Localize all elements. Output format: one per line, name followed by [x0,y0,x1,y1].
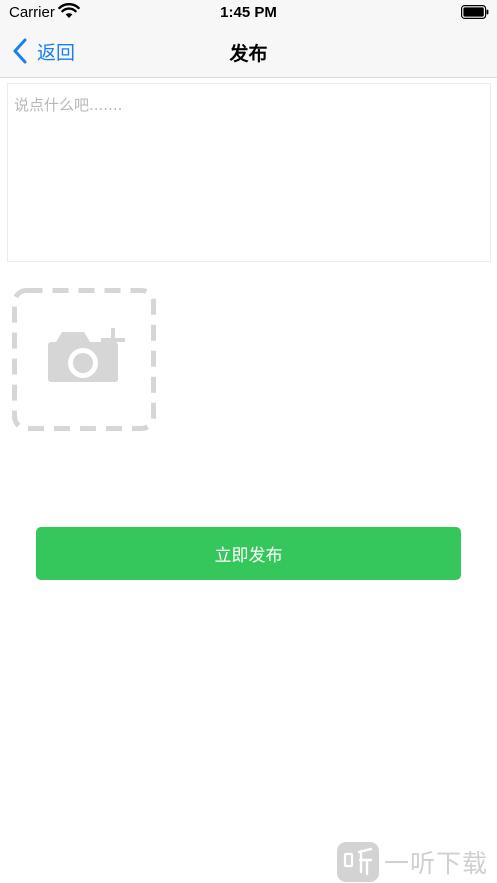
page-title: 发布 [229,43,268,65]
battery-icon [461,5,489,19]
camera-plus-icon [12,288,156,431]
add-photo-button[interactable] [12,288,156,431]
status-bar: Carrier 1:45 PM [0,0,497,26]
watermark-text: 一听下载 [384,849,489,878]
status-time: 1:45 PM [220,4,277,21]
publish-button[interactable]: 立即发布 [36,527,461,580]
navigation-bar: 返回 发布 [0,26,497,78]
watermark: 一听下载 [337,840,497,883]
post-content-input[interactable] [7,83,491,262]
